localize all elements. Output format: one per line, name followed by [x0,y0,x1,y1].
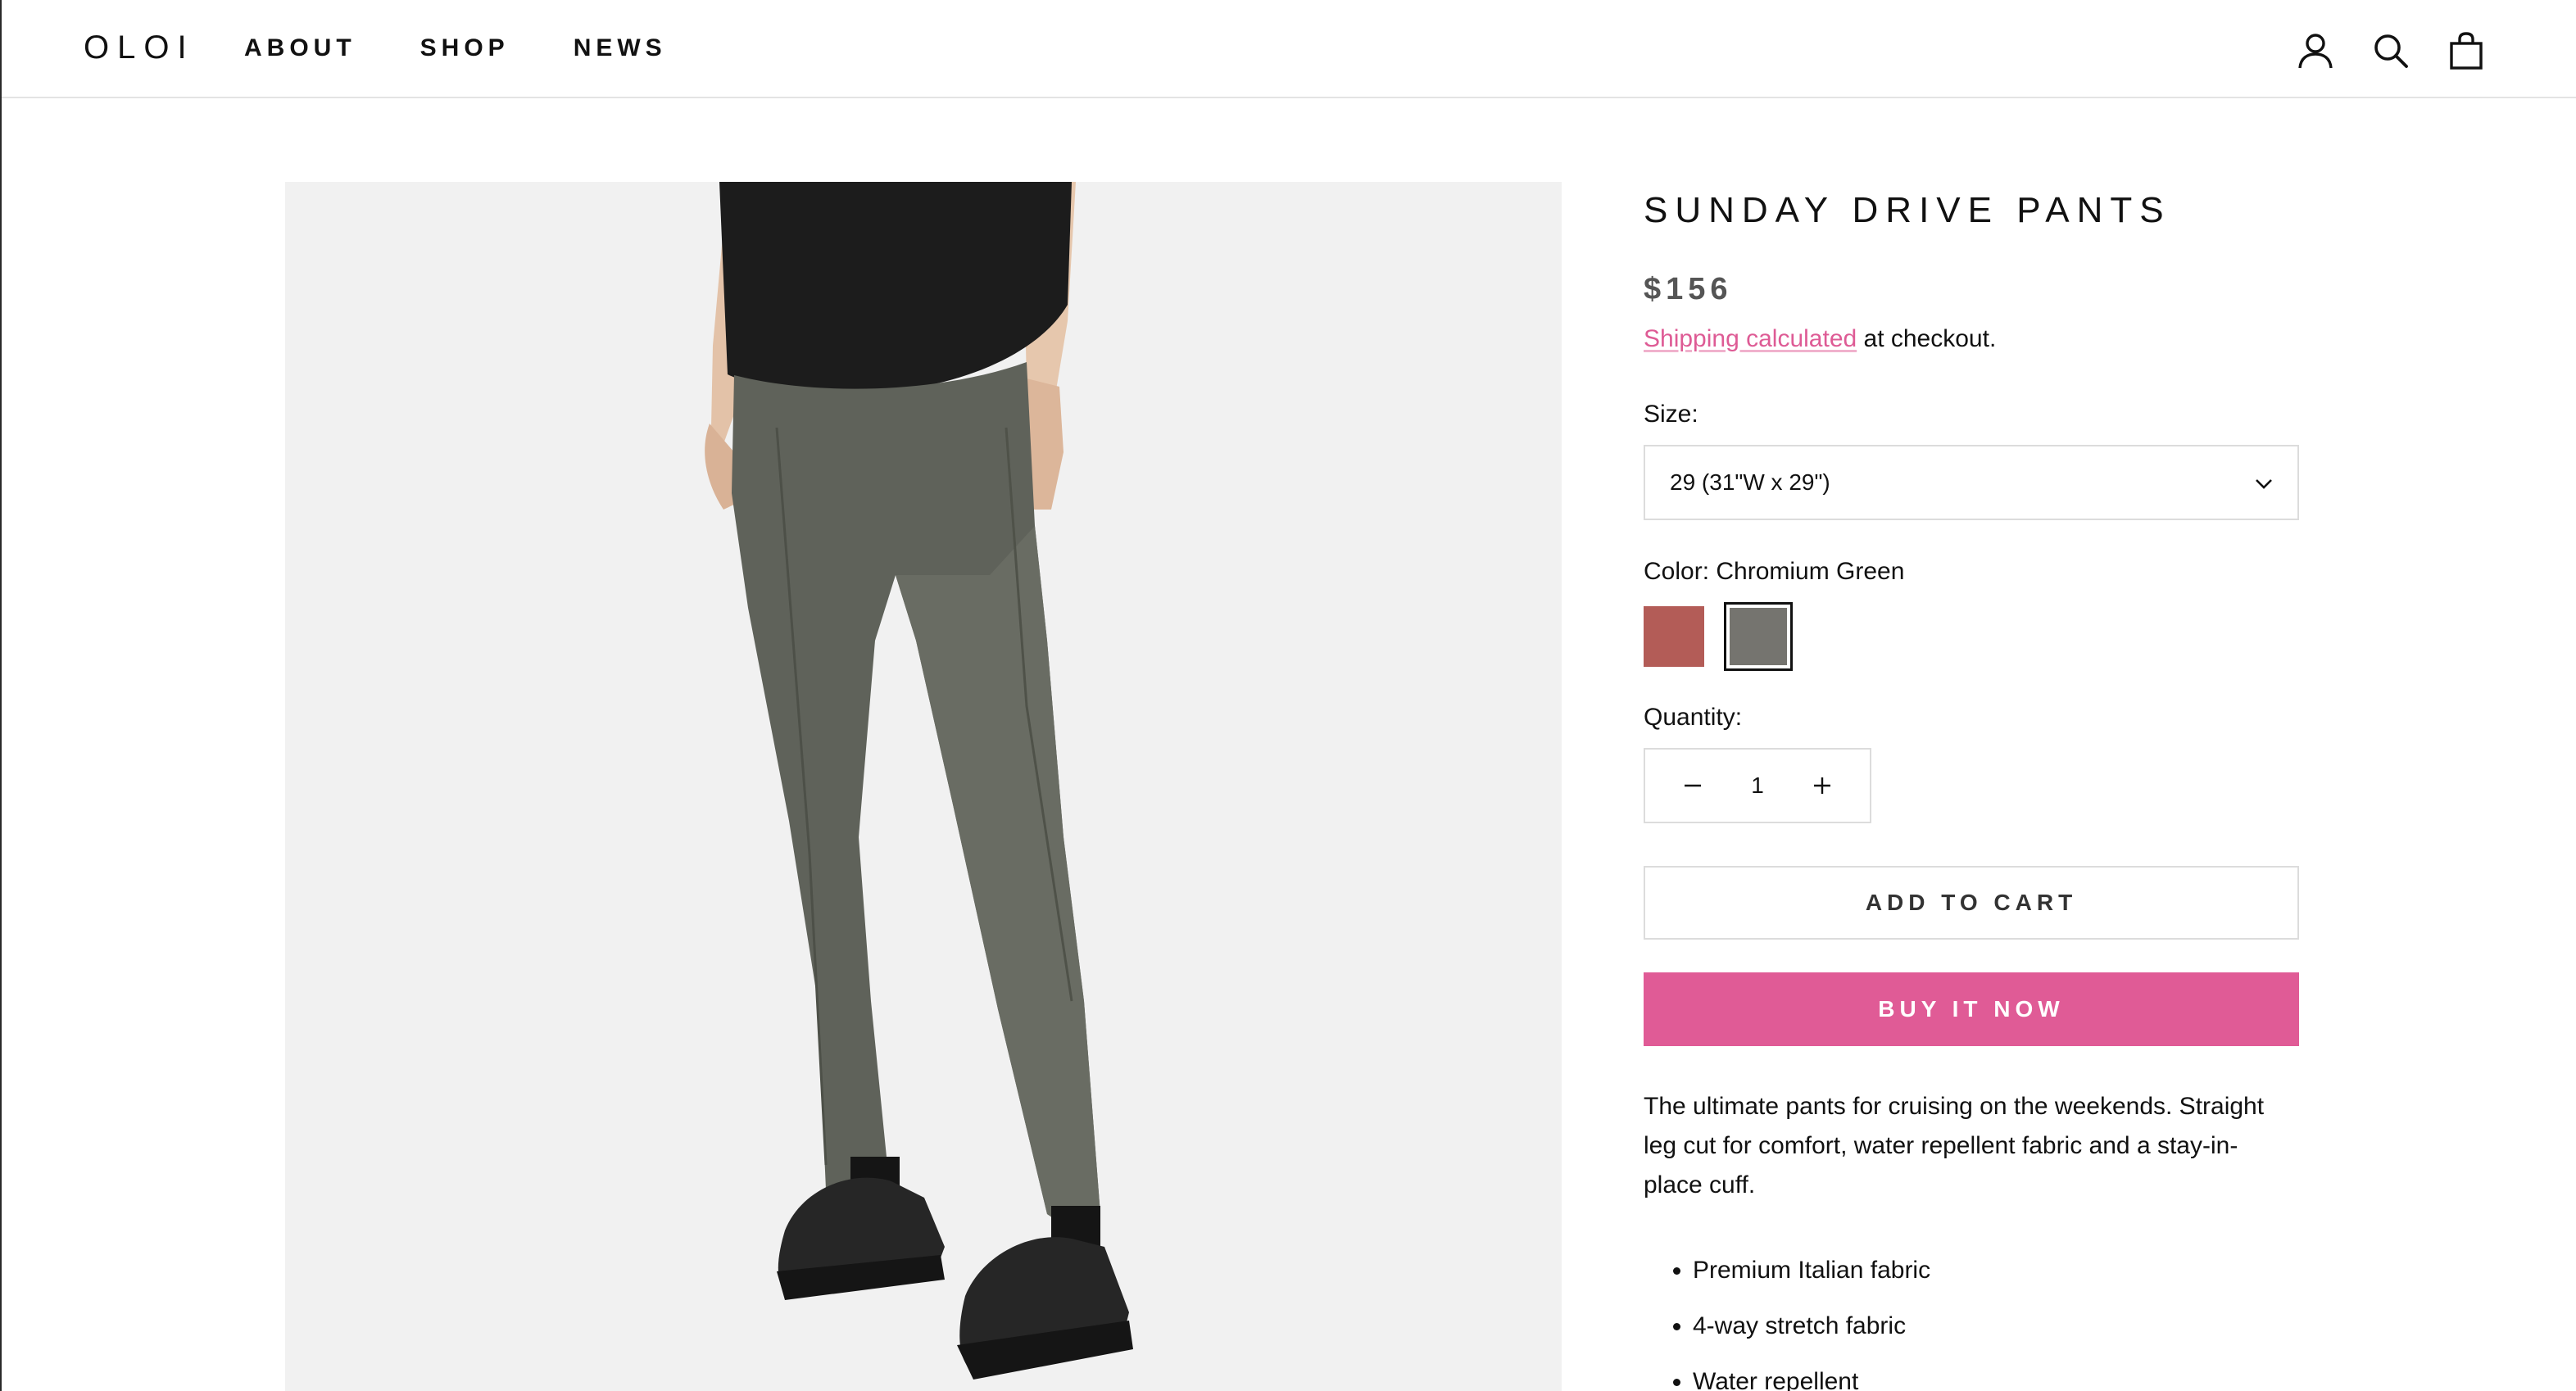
swatch-chromium-green[interactable] [1724,602,1793,671]
shipping-link[interactable]: Shipping calculated [1644,325,1857,352]
nav-shop[interactable]: SHOP [420,34,510,62]
color-label: Color: Chromium Green [1644,558,1905,585]
quantity-stepper: 1 [1644,748,1871,823]
product-description: The ultimate pants for cruising on the w… [1644,1093,2265,1198]
minus-icon [1685,784,1701,787]
feature-list: Premium Italian fabric 4-way stretch fab… [1644,1243,2299,1391]
product-price: $156 [1644,272,1733,306]
quantity-input[interactable]: 1 [1709,773,1806,799]
site-header: OLOI ABOUT SHOP NEWS [2,0,2576,98]
nav-news[interactable]: NEWS [574,34,667,62]
plus-icon [1814,777,1830,794]
cart-icon[interactable] [2445,29,2488,72]
search-icon[interactable] [2370,29,2412,72]
feature-item: Premium Italian fabric [1693,1243,2299,1298]
header-icons [2294,29,2488,72]
shipping-note: Shipping calculated at checkout. [1644,325,2299,353]
account-icon[interactable] [2294,29,2337,72]
quantity-label: Quantity: [1644,704,1743,731]
swatch-rust[interactable] [1644,606,1704,667]
chevron-down-icon [2255,469,2273,496]
product-title: SUNDAY DRIVE PANTS [1644,190,2171,230]
size-select[interactable]: 29 (31"W x 29") [1644,445,2299,520]
product-image[interactable] [285,182,1562,1391]
pants-model-photo [285,182,1562,1391]
product-page: OLOI ABOUT SHOP NEWS SUNDAY DRIVE PANTS … [0,0,2576,1391]
nav-about[interactable]: ABOUT [244,34,356,62]
add-to-cart-button[interactable]: ADD TO CART [1644,866,2299,940]
size-label: Size: [1644,401,1698,428]
feature-item: 4-way stretch fabric [1693,1298,2299,1354]
size-value: 29 (31"W x 29") [1670,469,1830,495]
feature-item: Water repellent [1693,1354,2299,1391]
shipping-suffix: at checkout. [1857,325,1997,352]
site-logo[interactable]: OLOI [84,29,195,66]
color-swatches [1644,602,2299,671]
decrease-quantity-button[interactable] [1676,769,1709,802]
main-nav: ABOUT SHOP NEWS [244,34,731,62]
buy-now-button[interactable]: BUY IT NOW [1644,972,2299,1046]
swatch-chromium-green-fill [1730,608,1787,665]
increase-quantity-button[interactable] [1806,769,1839,802]
product-info: SUNDAY DRIVE PANTS $156 Shipping calcula… [1644,182,2299,1391]
